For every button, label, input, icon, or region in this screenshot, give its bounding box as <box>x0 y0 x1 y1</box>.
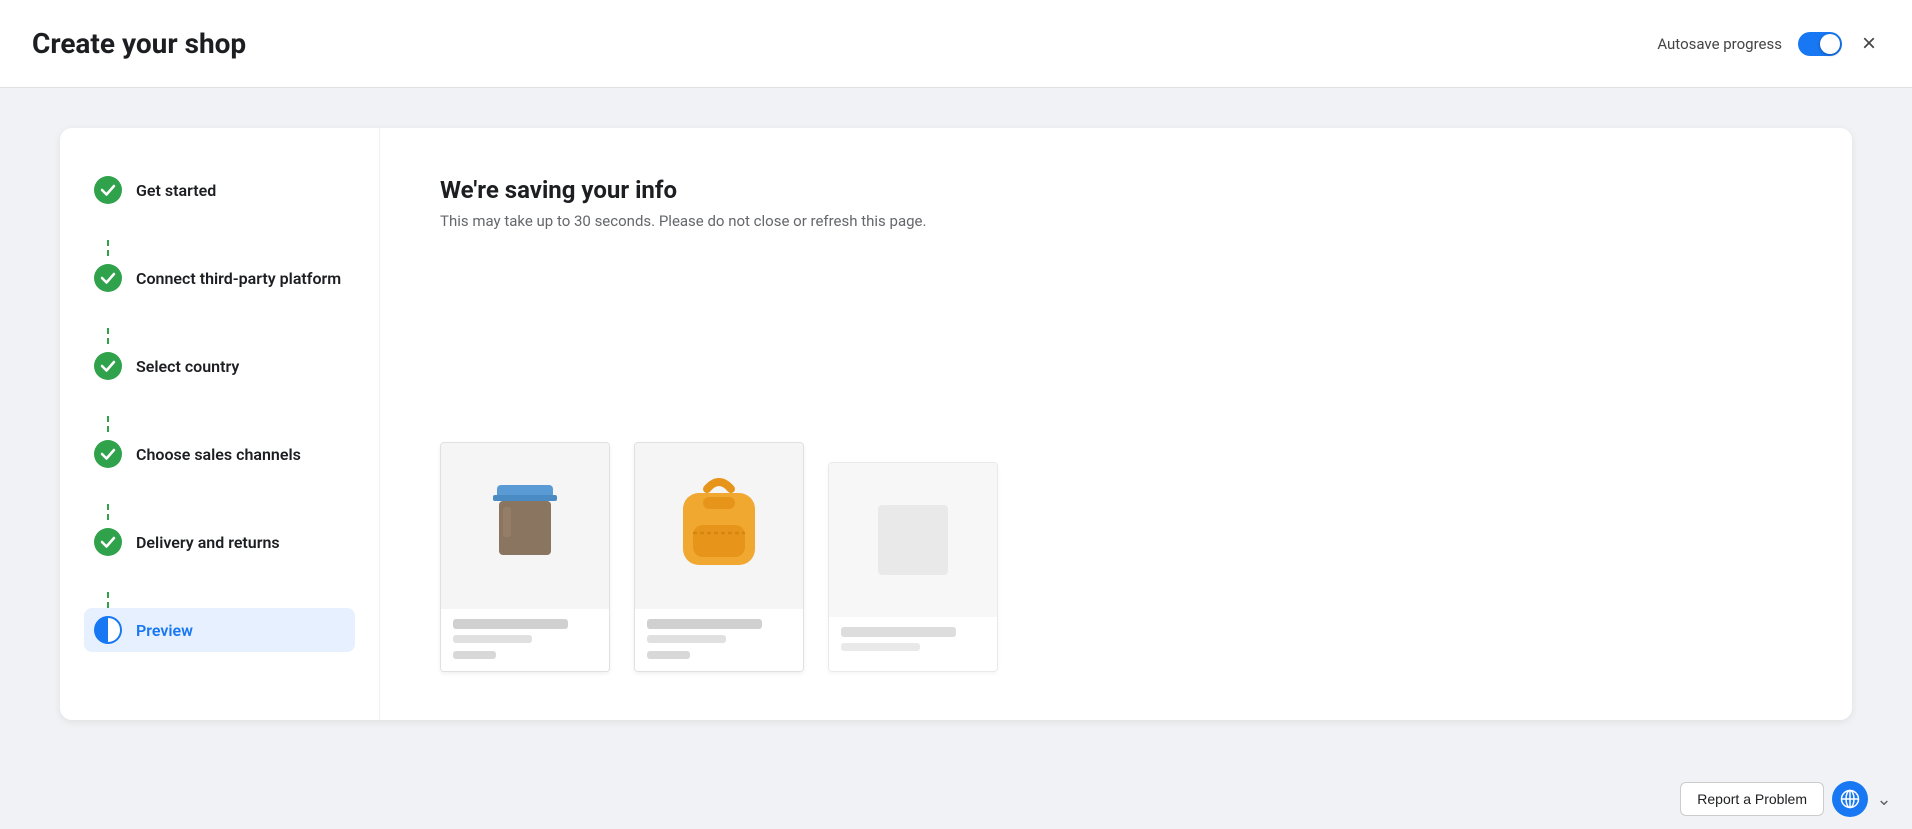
step-connect-platform[interactable]: Connect third-party platform <box>84 256 355 300</box>
step-preview[interactable]: Preview <box>84 608 355 652</box>
step-connector-2 <box>107 328 109 344</box>
product-price-bar <box>453 651 496 659</box>
saving-subtitle: This may take up to 30 seconds. Please d… <box>440 212 1792 230</box>
globe-icon <box>1840 789 1860 809</box>
product-title-bar <box>453 619 568 629</box>
step-delivery-returns[interactable]: Delivery and returns <box>84 520 355 564</box>
coffee-cup-icon <box>485 481 565 571</box>
step-complete-icon <box>94 528 122 556</box>
product-info-3 <box>829 617 997 671</box>
product-image-1 <box>441 443 609 609</box>
product-card-3 <box>828 462 998 672</box>
step-connector-1 <box>107 240 109 256</box>
product-title-bar <box>841 627 956 637</box>
step-complete-icon <box>94 352 122 380</box>
product-subtitle-bar <box>453 635 532 643</box>
step-get-started[interactable]: Get started <box>84 168 355 212</box>
language-button[interactable] <box>1832 781 1868 817</box>
product-image-3 <box>829 463 997 617</box>
step-label: Preview <box>136 621 193 640</box>
placeholder-img <box>878 505 948 575</box>
saving-title: We're saving your info <box>440 176 1792 204</box>
step-label: Choose sales channels <box>136 445 301 464</box>
step-connector-3 <box>107 416 109 432</box>
product-card-1 <box>440 442 610 672</box>
header-actions: Autosave progress × <box>1657 28 1880 60</box>
step-connector-5 <box>107 592 109 608</box>
steps-sidebar: Get started Connect third-party platform… <box>60 128 380 720</box>
step-label: Delivery and returns <box>136 533 280 552</box>
page-title: Create your shop <box>32 27 246 60</box>
step-complete-icon <box>94 176 122 204</box>
product-illustrations <box>440 442 1792 672</box>
backpack-icon <box>669 471 769 581</box>
close-button[interactable]: × <box>1858 28 1880 60</box>
scroll-indicator: ⌄ <box>1876 781 1892 817</box>
toggle-knob <box>1820 34 1840 54</box>
product-image-2 <box>635 443 803 609</box>
product-card-2 <box>634 442 804 672</box>
setup-card: Get started Connect third-party platform… <box>60 128 1852 720</box>
step-sales-channels[interactable]: Choose sales channels <box>84 432 355 476</box>
step-select-country[interactable]: Select country <box>84 344 355 388</box>
product-subtitle-bar <box>647 635 726 643</box>
step-label: Select country <box>136 357 239 376</box>
report-problem-button[interactable]: Report a Problem <box>1680 782 1824 816</box>
step-complete-icon <box>94 440 122 468</box>
header: Create your shop Autosave progress × <box>0 0 1912 88</box>
bottom-bar: Report a Problem ⌄ <box>1660 769 1912 829</box>
step-label: Connect third-party platform <box>136 269 341 288</box>
step-connector-4 <box>107 504 109 520</box>
product-title-bar <box>647 619 762 629</box>
product-info-1 <box>441 609 609 671</box>
product-price-bar <box>647 651 690 659</box>
step-label: Get started <box>136 181 216 200</box>
toggle-track[interactable] <box>1798 32 1842 56</box>
step-complete-icon <box>94 264 122 292</box>
product-subtitle-bar <box>841 643 920 651</box>
right-panel: We're saving your info This may take up … <box>380 128 1852 720</box>
autosave-label: Autosave progress <box>1657 35 1782 53</box>
product-info-2 <box>635 609 803 671</box>
main-content: Get started Connect third-party platform… <box>0 88 1912 760</box>
step-active-icon <box>94 616 122 644</box>
autosave-toggle[interactable] <box>1798 32 1842 56</box>
